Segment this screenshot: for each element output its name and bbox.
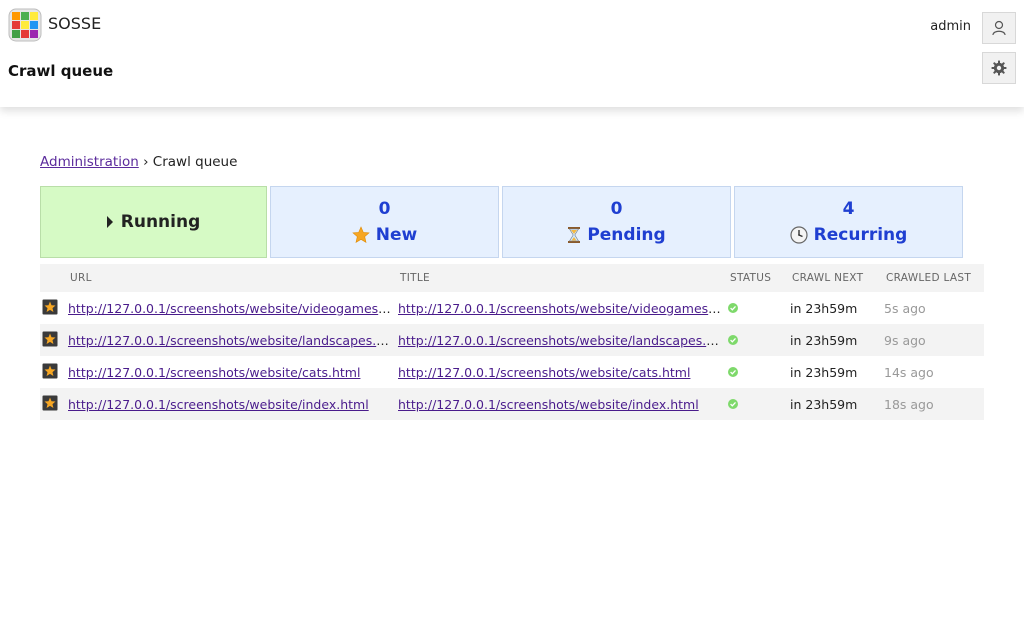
breadcrumb-current: Crawl queue: [152, 154, 238, 170]
page-title: Crawl queue: [8, 62, 114, 80]
row-icon-cell: [40, 388, 64, 420]
recurring-star-icon: [42, 299, 58, 314]
url-cell: http://127.0.0.1/screenshots/website/vid…: [64, 292, 394, 324]
username: admin: [930, 19, 971, 34]
breadcrumb: Administration › Crawl queue: [40, 154, 237, 170]
crawl-next-cell: in 23h59m: [790, 300, 858, 316]
user-menu-button[interactable]: [982, 12, 1016, 44]
sosse-logo-icon[interactable]: [8, 8, 42, 42]
table-header-row: URL TITLE STATUS CRAWL NEXT CRAWLED LAST: [40, 264, 984, 292]
gear-icon: [991, 60, 1007, 76]
url-link[interactable]: http://127.0.0.1/screenshots/website/cat…: [68, 365, 360, 380]
title-cell: http://127.0.0.1/screenshots/website/lan…: [394, 324, 724, 356]
crawl-next-cell: in 23h59m: [790, 364, 858, 380]
row-icon-cell: [40, 356, 64, 388]
play-triangle-icon: [106, 216, 113, 228]
title-link[interactable]: http://127.0.0.1/screenshots/website/vid…: [398, 301, 724, 316]
pending-count: 0: [610, 198, 623, 219]
new-label: New: [375, 224, 418, 245]
row-icon-cell: [40, 292, 64, 324]
recurring-star-icon: [42, 331, 58, 346]
pending-count-box[interactable]: 0 Pending: [502, 186, 731, 258]
url-cell: http://127.0.0.1/screenshots/website/cat…: [64, 356, 394, 388]
title-link[interactable]: http://127.0.0.1/screenshots/website/cat…: [398, 365, 690, 380]
recurring-label: Recurring: [813, 224, 908, 245]
running-status-box[interactable]: Running: [40, 186, 267, 258]
crawled-last-cell: 9s ago: [880, 324, 984, 356]
hourglass-icon: [568, 226, 581, 243]
icon-column-header: [40, 264, 64, 292]
status-cell: [724, 356, 786, 388]
url-link[interactable]: http://127.0.0.1/screenshots/website/lan…: [68, 333, 394, 348]
table-row: http://127.0.0.1/screenshots/website/vid…: [40, 292, 984, 324]
url-cell: http://127.0.0.1/screenshots/website/lan…: [64, 324, 394, 356]
title-column-header[interactable]: TITLE: [394, 264, 724, 292]
title-cell: http://127.0.0.1/screenshots/website/vid…: [394, 292, 724, 324]
status-cell: [724, 292, 786, 324]
breadcrumb-administration-link[interactable]: Administration: [40, 154, 139, 170]
new-count-box[interactable]: 0 New: [270, 186, 499, 258]
status-cell: [724, 324, 786, 356]
title-link[interactable]: http://127.0.0.1/screenshots/website/ind…: [398, 397, 699, 412]
crawl-queue-table: URL TITLE STATUS CRAWL NEXT CRAWLED LAST…: [40, 264, 984, 420]
status-column-header[interactable]: STATUS: [724, 264, 786, 292]
status-cell: [724, 388, 786, 420]
table-row: http://127.0.0.1/screenshots/website/cat…: [40, 356, 984, 388]
url-link[interactable]: http://127.0.0.1/screenshots/website/ind…: [68, 397, 369, 412]
check-circle-icon: [728, 366, 738, 377]
recurring-count-box[interactable]: 4 Recurring: [734, 186, 963, 258]
top-header: SOSSE Crawl queue admin: [0, 0, 1024, 107]
crawled-last-column-header[interactable]: CRAWLED LAST: [880, 264, 984, 292]
table-row: http://127.0.0.1/screenshots/website/lan…: [40, 324, 984, 356]
clock-icon: [790, 225, 808, 244]
check-circle-icon: [728, 334, 738, 345]
breadcrumb-separator: ›: [143, 154, 149, 170]
check-circle-icon: [728, 302, 738, 313]
pending-label: Pending: [587, 224, 666, 245]
title-link[interactable]: http://127.0.0.1/screenshots/website/lan…: [398, 333, 724, 348]
url-column-header[interactable]: URL: [64, 264, 394, 292]
crawl-next-cell: in 23h59m: [786, 388, 880, 420]
title-cell: http://127.0.0.1/screenshots/website/cat…: [394, 356, 724, 388]
title-cell: http://127.0.0.1/screenshots/website/ind…: [394, 388, 724, 420]
crawled-last-cell: 14s ago: [884, 364, 934, 380]
crawled-last-cell: 5s ago: [884, 300, 926, 316]
recurring-star-icon: [42, 363, 58, 378]
settings-button[interactable]: [982, 52, 1016, 84]
check-circle-icon: [728, 398, 738, 409]
url-cell: http://127.0.0.1/screenshots/website/ind…: [64, 388, 394, 420]
crawl-next-column-header[interactable]: CRAWL NEXT: [786, 264, 880, 292]
crawled-last-cell: 18s ago: [880, 388, 984, 420]
table-row: http://127.0.0.1/screenshots/website/ind…: [40, 388, 984, 420]
star-icon: [352, 225, 370, 243]
running-label: Running: [120, 212, 201, 232]
url-link[interactable]: http://127.0.0.1/screenshots/website/vid…: [68, 301, 394, 316]
recurring-count: 4: [842, 198, 855, 219]
row-icon-cell: [40, 324, 64, 356]
crawl-next-cell: in 23h59m: [786, 324, 880, 356]
user-icon: [992, 20, 1006, 36]
recurring-star-icon: [42, 395, 58, 410]
app-name[interactable]: SOSSE: [48, 14, 101, 33]
new-count: 0: [378, 198, 391, 219]
